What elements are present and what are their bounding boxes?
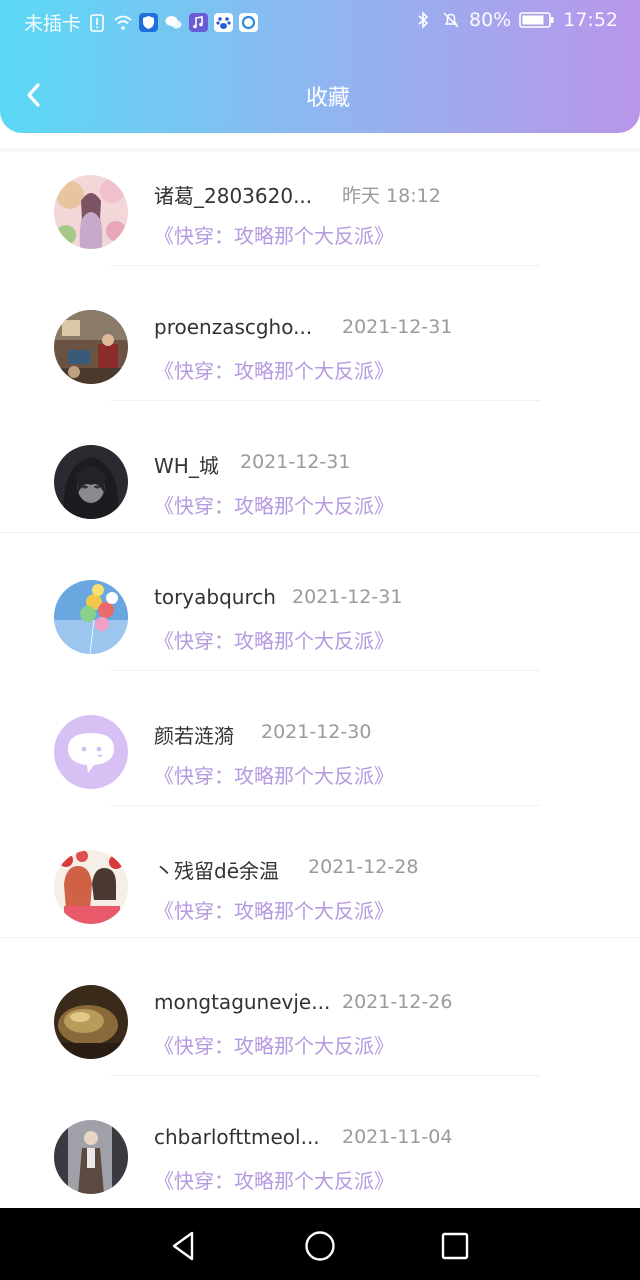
book-title-link[interactable]: 《快穿：攻略那个大反派》 bbox=[154, 355, 394, 384]
list-item[interactable]: 颜若涟漪 2021-12-30 《快穿：攻略那个大反派》 bbox=[0, 692, 640, 827]
list-item[interactable]: mongtagunevje... 2021-12-26 《快穿：攻略那个大反派》 bbox=[0, 962, 640, 1097]
book-title-link[interactable]: 《快穿：攻略那个大反派》 bbox=[154, 760, 394, 789]
user-name: mongtagunevje... bbox=[154, 990, 331, 1014]
favorite-date: 2021-12-26 bbox=[342, 991, 453, 1013]
wifi-icon bbox=[114, 15, 132, 30]
book-title-link[interactable]: 《快穿：攻略那个大反派》 bbox=[154, 1030, 394, 1059]
row-divider bbox=[110, 670, 540, 671]
list-item[interactable]: WH_城 2021-12-31 《快穿：攻略那个大反派》 bbox=[0, 422, 640, 557]
book-title-link[interactable]: 《快穿：攻略那个大反派》 bbox=[154, 895, 394, 924]
user-name: toryabqurch bbox=[154, 585, 276, 609]
avatar[interactable] bbox=[54, 985, 128, 1059]
book-title-link[interactable]: 《快穿：攻略那个大反派》 bbox=[154, 1165, 394, 1194]
avatar[interactable] bbox=[54, 580, 128, 654]
wechat-icon bbox=[164, 13, 183, 32]
row-divider bbox=[0, 532, 640, 533]
baidu-icon bbox=[214, 13, 234, 32]
avatar[interactable] bbox=[54, 1120, 128, 1194]
clock-time: 17:52 bbox=[563, 9, 618, 31]
user-name: chbarlofttmeol... bbox=[154, 1125, 320, 1149]
book-title-link[interactable]: 《快穿：攻略那个大反派》 bbox=[154, 490, 394, 519]
status-bar: 未插卡 80% 17:52 bbox=[0, 0, 640, 44]
avatar[interactable] bbox=[54, 310, 128, 384]
browser-app-icon bbox=[239, 13, 259, 32]
user-name: 颜若涟漪 bbox=[154, 724, 234, 748]
recents-square-icon[interactable] bbox=[437, 1228, 473, 1264]
avatar[interactable] bbox=[54, 715, 128, 789]
header: 未插卡 80% 17:52 收藏 bbox=[0, 0, 640, 133]
bluetooth-icon bbox=[418, 11, 429, 29]
book-title-link[interactable]: 《快穿：攻略那个大反派》 bbox=[154, 220, 394, 249]
favorite-date: 2021-11-04 bbox=[342, 1126, 453, 1148]
home-circle-icon[interactable] bbox=[302, 1228, 338, 1264]
row-divider bbox=[110, 400, 540, 401]
page-title: 收藏 bbox=[305, 86, 350, 111]
list-item[interactable]: toryabqurch 2021-12-31 《快穿：攻略那个大反派》 bbox=[0, 557, 640, 692]
row-divider bbox=[110, 1075, 540, 1076]
favorite-date: 2021-12-30 bbox=[261, 721, 372, 743]
avatar[interactable] bbox=[54, 850, 128, 924]
favorite-date: 2021-12-28 bbox=[308, 856, 419, 878]
battery-percent: 80% bbox=[469, 9, 512, 31]
carrier-text: 未插卡 bbox=[24, 13, 82, 35]
user-name: WH_城 bbox=[154, 454, 219, 478]
list-item[interactable]: 丶残留dē余温 2021-12-28 《快穿：攻略那个大反派》 bbox=[0, 827, 640, 962]
book-title-link[interactable]: 《快穿：攻略那个大反派》 bbox=[154, 625, 394, 654]
shield-app-icon bbox=[139, 13, 159, 32]
mute-bell-icon bbox=[443, 12, 459, 28]
user-name: 丶残留dē余温 bbox=[154, 859, 279, 883]
avatar[interactable] bbox=[54, 445, 128, 519]
row-divider bbox=[0, 937, 640, 938]
favorite-date: 2021-12-31 bbox=[342, 316, 453, 338]
favorite-date: 2021-12-31 bbox=[240, 451, 351, 473]
sim-alert-icon bbox=[90, 13, 104, 32]
user-name: proenzascgho... bbox=[154, 315, 313, 339]
favorite-date: 昨天 18:12 bbox=[342, 185, 441, 207]
list-item[interactable]: 诸葛_2803620... 昨天 18:12 《快穿：攻略那个大反派》 bbox=[0, 152, 640, 287]
battery-icon bbox=[519, 12, 554, 28]
music-app-icon bbox=[189, 13, 209, 32]
back-triangle-icon[interactable] bbox=[166, 1228, 202, 1264]
favorite-date: 2021-12-31 bbox=[292, 586, 403, 608]
system-navigation-bar bbox=[0, 1208, 640, 1280]
row-divider bbox=[110, 805, 540, 806]
list-item[interactable]: proenzascgho... 2021-12-31 《快穿：攻略那个大反派》 bbox=[0, 287, 640, 422]
row-divider bbox=[110, 265, 540, 266]
avatar[interactable] bbox=[54, 175, 128, 249]
user-name: 诸葛_2803620... bbox=[154, 184, 313, 208]
